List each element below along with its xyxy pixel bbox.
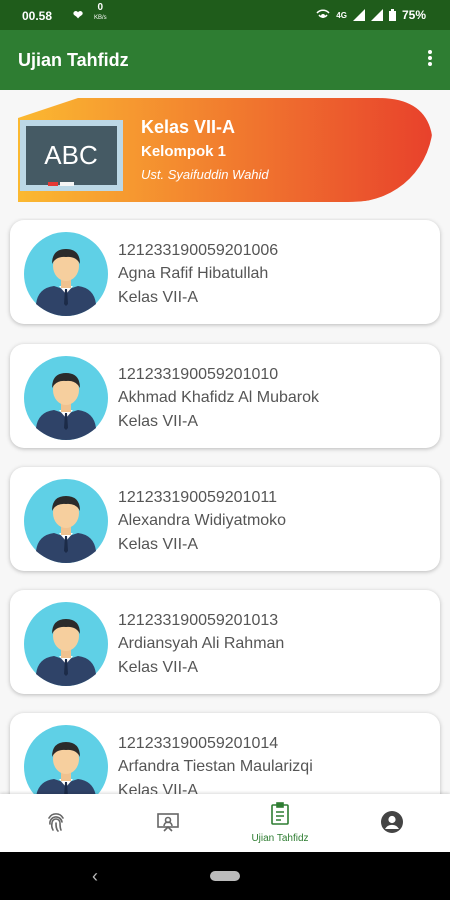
- teacher-name: Ust. Syaifuddin Wahid: [141, 167, 269, 182]
- overflow-menu-icon[interactable]: [426, 48, 434, 72]
- avatar-icon: [24, 356, 108, 440]
- student-class: Kelas VII-A: [118, 413, 199, 430]
- nav-item-ujian-tahfidz[interactable]: Ujian Tahfidz: [224, 794, 336, 852]
- nav-item-presentation[interactable]: [112, 794, 224, 852]
- avatar-icon: [24, 232, 108, 316]
- student-class: Kelas VII-A: [118, 782, 199, 794]
- network-speed: 0 KB/s: [94, 3, 107, 23]
- group-name: Kelompok 1: [141, 143, 227, 160]
- status-time: 00.58: [22, 9, 53, 23]
- avatar-icon: [24, 602, 108, 686]
- student-card[interactable]: 121233190059201011 Alexandra Widiyatmoko…: [10, 467, 440, 571]
- signal-icon: [352, 9, 365, 21]
- chalkboard-icon: ABC: [18, 118, 125, 191]
- student-card[interactable]: 121233190059201014 Arfandra Tiestan Maul…: [10, 713, 440, 794]
- class-name: Kelas VII-A: [141, 117, 236, 137]
- student-nis: 121233190059201006: [118, 242, 279, 259]
- network-speed-unit: KB/s: [94, 15, 107, 21]
- student-name: Akhmad Khafidz Al Mubarok: [118, 389, 319, 406]
- student-class: Kelas VII-A: [118, 289, 199, 306]
- bottom-navigation: Ujian Tahfidz: [0, 794, 450, 852]
- student-list[interactable]: 121233190059201006 Agna Rafif Hibatullah…: [0, 218, 450, 794]
- student-nis: 121233190059201014: [118, 735, 279, 752]
- nav-item-account[interactable]: [336, 794, 448, 852]
- student-class: Kelas VII-A: [118, 536, 199, 553]
- student-nis: 121233190059201011: [118, 489, 277, 506]
- student-card[interactable]: 121233190059201013 Ardiansyah Ali Rahman…: [10, 590, 440, 694]
- heart-icon: ❤: [73, 8, 84, 22]
- home-pill-icon[interactable]: [210, 871, 240, 881]
- class-banner: ABC Kelas VII-A Kelompok 1 Ust. Syaifudd…: [18, 98, 433, 202]
- student-name: Arfandra Tiestan Maularizqi: [118, 758, 313, 775]
- student-nis: 121233190059201010: [118, 366, 279, 383]
- student-card[interactable]: 121233190059201010 Akhmad Khafidz Al Mub…: [10, 344, 440, 448]
- back-icon[interactable]: ‹: [92, 866, 98, 887]
- network-speed-value: 0: [97, 2, 104, 13]
- app-bar: Ujian Tahfidz: [0, 30, 450, 90]
- account-icon: [381, 811, 403, 833]
- student-class: Kelas VII-A: [118, 659, 199, 676]
- student-name: Agna Rafif Hibatullah: [118, 265, 269, 282]
- status-bar: 00.58 ❤ 0 KB/s 4G 75%: [0, 0, 450, 30]
- signal-icon: [370, 9, 383, 21]
- student-nis: 121233190059201013: [118, 612, 279, 629]
- avatar-icon: [24, 479, 108, 563]
- student-name: Alexandra Widiyatmoko: [118, 512, 287, 529]
- avatar-icon: [24, 725, 108, 794]
- board-text: ABC: [44, 140, 97, 170]
- app-title: Ujian Tahfidz: [18, 50, 129, 70]
- network-type: 4G: [336, 10, 347, 20]
- student-name: Ardiansyah Ali Rahman: [118, 635, 285, 652]
- fingerprint-icon: [48, 813, 64, 832]
- clipboard-icon: [271, 802, 289, 825]
- nav-label-ujian-tahfidz: Ujian Tahfidz: [251, 833, 309, 844]
- system-navigation-bar: ‹: [0, 852, 450, 900]
- presentation-icon: [157, 813, 179, 832]
- student-card[interactable]: 121233190059201006 Agna Rafif Hibatullah…: [10, 220, 440, 324]
- status-icons: 4G 75%: [316, 8, 426, 22]
- nav-item-fingerprint[interactable]: [0, 794, 112, 852]
- battery-icon: [388, 9, 396, 21]
- hotspot-icon: [316, 9, 330, 18]
- battery-level: 75%: [401, 8, 426, 22]
